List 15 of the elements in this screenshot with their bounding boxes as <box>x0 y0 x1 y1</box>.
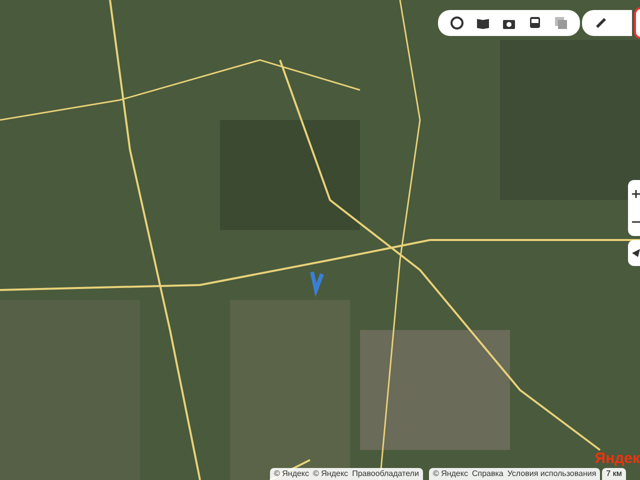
copyright-text: © Яндекс <box>274 470 310 478</box>
footer-link[interactable]: Условия использования <box>507 470 596 478</box>
map-book-icon[interactable] <box>476 16 490 30</box>
circle-icon[interactable] <box>450 16 464 30</box>
layers-icon[interactable] <box>554 16 568 30</box>
arrow-icon[interactable] <box>632 249 640 257</box>
plus-icon[interactable] <box>632 190 640 198</box>
attribution-link[interactable]: Правообладатели <box>352 470 419 478</box>
copyright-text: © Яндекс <box>432 470 468 478</box>
footer-link[interactable]: Справка <box>472 470 504 478</box>
attribution-link[interactable]: © Яндекс <box>313 470 348 478</box>
satellite-map-drawing[interactable] <box>0 0 640 480</box>
map-scale: 7 км <box>602 468 626 480</box>
bus-icon[interactable] <box>528 16 542 30</box>
ruler-icon[interactable] <box>594 16 608 30</box>
